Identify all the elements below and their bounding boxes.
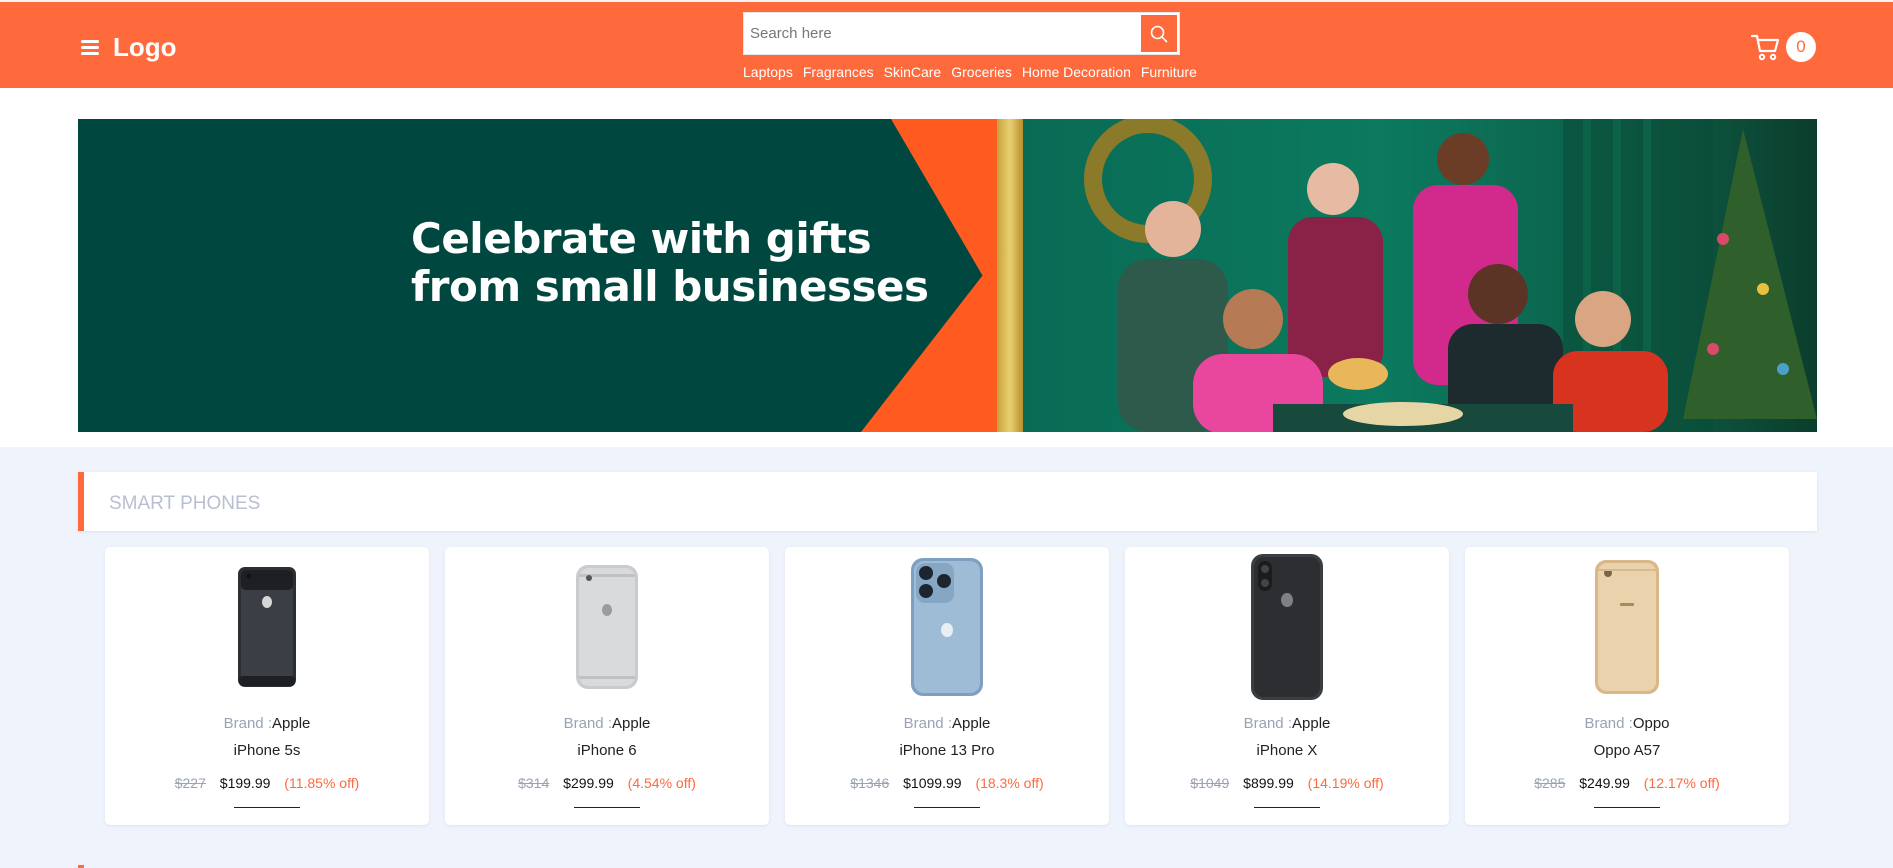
divider <box>1254 807 1320 808</box>
menu-icon[interactable] <box>81 40 99 55</box>
original-price: $285 <box>1534 775 1566 791</box>
banner-photo <box>1023 119 1817 432</box>
original-price: $1346 <box>850 775 890 791</box>
category-furniture[interactable]: Furniture <box>1141 64 1197 80</box>
product-title[interactable]: iPhone 6 <box>445 742 769 759</box>
divider <box>1594 807 1660 808</box>
search-icon <box>1150 25 1168 42</box>
current-price: $249.99 <box>1579 775 1630 791</box>
original-price: $227 <box>174 775 206 791</box>
product-card[interactable]: Brand :Apple iPhone 13 Pro $1346 $1099.9… <box>785 547 1109 825</box>
current-price: $299.99 <box>563 775 614 791</box>
product-card[interactable]: Brand :Apple iPhone 6 $314 $299.99 (4.54… <box>445 547 769 825</box>
product-image <box>1465 557 1789 697</box>
divider <box>914 807 980 808</box>
header: Logo Laptops Fragrances SkinCare Groceri… <box>0 0 1893 88</box>
category-nav: Laptops Fragrances SkinCare Groceries Ho… <box>743 64 1197 80</box>
discount-label: (11.85% off) <box>284 775 360 791</box>
divider <box>234 807 300 808</box>
current-price: $199.99 <box>219 775 271 791</box>
product-prices: $1049 $899.99 (14.19% off) <box>1125 775 1449 791</box>
banner-title-line1: Celebrate with gifts <box>411 214 872 263</box>
divider <box>574 807 640 808</box>
logo[interactable]: Logo <box>113 32 177 63</box>
product-prices: $285 $249.99 (12.17% off) <box>1465 775 1789 791</box>
product-title[interactable]: Oppo A57 <box>1465 742 1789 759</box>
product-prices: $227 $199.99 (11.85% off) <box>105 775 429 791</box>
product-prices: $314 $299.99 (4.54% off) <box>445 775 769 791</box>
product-prices: $1346 $1099.99 (18.3% off) <box>785 775 1109 791</box>
category-skincare[interactable]: SkinCare <box>884 64 942 80</box>
product-title[interactable]: iPhone 5s <box>105 742 429 759</box>
current-price: $899.99 <box>1243 775 1294 791</box>
section-title: SMART PHONES <box>109 493 261 514</box>
banner-title-line2: from small businesses <box>411 262 929 311</box>
product-card[interactable]: Brand :Oppo Oppo A57 $285 $249.99 (12.17… <box>1465 547 1789 825</box>
product-brand: Brand :Apple <box>903 715 991 732</box>
product-card[interactable]: Brand :Apple iPhone X $1049 $899.99 (14.… <box>1125 547 1449 825</box>
product-brand: Brand :Oppo <box>1584 715 1670 732</box>
search-input[interactable] <box>744 13 1140 54</box>
search-box <box>743 12 1180 55</box>
product-brand: Brand :Apple <box>563 715 651 732</box>
product-image <box>445 557 769 697</box>
discount-label: (4.54% off) <box>627 775 696 791</box>
original-price: $1049 <box>1190 775 1230 791</box>
product-title[interactable]: iPhone X <box>1125 742 1449 759</box>
section-header: SMART PHONES <box>78 472 1817 531</box>
discount-label: (18.3% off) <box>975 775 1044 791</box>
promo-banner[interactable]: Celebrate with gifts from small business… <box>78 119 1817 432</box>
product-card[interactable]: Brand :Apple iPhone 5s $227 $199.99 (11.… <box>105 547 429 825</box>
product-title[interactable]: iPhone 13 Pro <box>785 742 1109 759</box>
banner-people-illustration <box>1084 119 1817 432</box>
product-brand: Brand :Apple <box>223 715 311 732</box>
original-price: $314 <box>518 775 550 791</box>
discount-label: (14.19% off) <box>1307 775 1384 791</box>
cart-count-badge[interactable]: 0 <box>1786 32 1816 62</box>
category-groceries[interactable]: Groceries <box>951 64 1012 80</box>
product-image <box>785 557 1109 697</box>
category-fragrances[interactable]: Fragrances <box>803 64 874 80</box>
banner-gold-stripe <box>997 119 1023 432</box>
category-home-decoration[interactable]: Home Decoration <box>1022 64 1131 80</box>
cart-icon[interactable] <box>1750 32 1782 62</box>
product-image <box>1125 554 1449 700</box>
search-button[interactable] <box>1139 13 1179 54</box>
discount-label: (12.17% off) <box>1643 775 1720 791</box>
banner-title: Celebrate with gifts from small business… <box>411 214 929 311</box>
current-price: $1099.99 <box>903 775 962 791</box>
product-brand: Brand :Apple <box>1243 715 1331 732</box>
category-laptops[interactable]: Laptops <box>743 64 793 80</box>
product-image <box>105 557 429 697</box>
